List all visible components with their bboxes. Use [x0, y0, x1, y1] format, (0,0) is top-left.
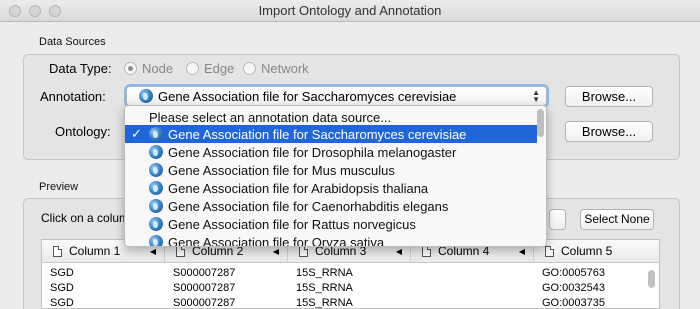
table-cell: GO:0032543 — [542, 282, 605, 294]
table-cell — [411, 297, 534, 308]
radio-network[interactable]: Network — [243, 61, 309, 76]
table-cell: S000007287 — [173, 297, 236, 309]
document-icon — [545, 245, 554, 257]
dropdown-placeholder-item[interactable]: Please select an annotation data source.… — [125, 108, 537, 126]
table-cell: S000007287 — [173, 267, 236, 279]
table-cell: 15S_RRNA — [296, 282, 353, 294]
dropdown-item-drosophila[interactable]: Gene Association file for Drosophila mel… — [125, 143, 537, 161]
sort-arrow-icon: ◀ — [395, 246, 402, 256]
globe-icon — [149, 127, 163, 141]
radio-node[interactable]: Node — [124, 61, 173, 76]
table-cell: S000007287 — [173, 282, 236, 294]
globe-icon — [139, 89, 153, 103]
dropdown-item-mus[interactable]: Gene Association file for Mus musculus — [125, 161, 537, 179]
table-cell: SGD — [50, 297, 74, 309]
select-none-button[interactable]: Select None — [580, 209, 654, 230]
dropdown-item-rattus[interactable]: Gene Association file for Rattus norvegi… — [125, 215, 537, 233]
dropdown-item-arabidopsis[interactable]: Gene Association file for Arabidopsis th… — [125, 179, 537, 197]
dropdown-item-saccharomyces[interactable]: ✓ Gene Association file for Saccharomyce… — [125, 125, 537, 143]
radio-network-label: Network — [261, 61, 309, 76]
table-cell: 15S_RRNA — [296, 297, 353, 309]
sort-arrow-icon: ◀ — [272, 246, 279, 256]
table-cell: 15S_RRNA — [296, 267, 353, 279]
table-scrollbar[interactable] — [648, 270, 655, 288]
radio-edge-indicator[interactable] — [186, 62, 199, 75]
annotation-combo[interactable]: Gene Association file for Saccharomyces … — [126, 86, 547, 106]
preview-hint: Click on a colum — [41, 211, 130, 225]
globe-icon — [149, 145, 163, 159]
dropdown-scrollbar[interactable] — [537, 109, 544, 137]
radio-edge[interactable]: Edge — [186, 61, 234, 76]
table-cell: SGD — [50, 267, 74, 279]
table-cell: GO:0005763 — [542, 267, 605, 279]
radio-edge-label: Edge — [204, 61, 235, 76]
table-row: SGD S000007287 15S_RRNA GO:0005763 — [42, 267, 659, 282]
annotation-dropdown-menu: Please select an annotation data source.… — [124, 105, 547, 247]
window-title: Import Ontology and Annotation — [258, 3, 442, 18]
ontology-label: Ontology: — [55, 124, 111, 139]
table-cell: SGD — [50, 282, 74, 294]
radio-node-label: Node — [142, 61, 174, 76]
checkmark-icon: ✓ — [131, 126, 142, 141]
annotation-combo-value: Gene Association file for Saccharomyces … — [158, 88, 457, 104]
globe-icon — [149, 163, 163, 177]
table-row: SGD S000007287 15S_RRNA GO:0003735 — [42, 297, 659, 309]
table-row: SGD S000007287 15S_RRNA GO:0032543 — [42, 282, 659, 297]
preview-label: Preview — [39, 181, 79, 193]
data-sources-label: Data Sources — [39, 36, 106, 48]
globe-icon — [149, 199, 163, 213]
sort-arrow-icon: ◀ — [518, 246, 525, 256]
document-icon — [299, 245, 308, 257]
data-type-label: Data Type: — [49, 61, 112, 76]
window-titlebar: Import Ontology and Annotation — [0, 0, 700, 22]
table-cell — [411, 267, 534, 282]
annotation-browse-button[interactable]: Browse... — [565, 86, 653, 107]
table-cell — [411, 282, 534, 297]
select-all-button[interactable] — [549, 209, 566, 230]
dropdown-item-oryza[interactable]: Gene Association file for Oryza sativa — [125, 233, 537, 246]
column-header-5[interactable]: Column 5 — [534, 240, 657, 262]
document-icon — [53, 245, 62, 257]
dropdown-item-caenorhabditis[interactable]: Gene Association file for Caenorhabditis… — [125, 197, 537, 215]
document-icon — [176, 245, 185, 257]
globe-icon — [149, 235, 163, 246]
chevron-updown-icon: ▲ ▼ — [532, 88, 540, 104]
globe-icon — [149, 181, 163, 195]
annotation-label: Annotation: — [40, 89, 106, 104]
globe-icon — [149, 217, 163, 231]
radio-node-indicator[interactable] — [124, 62, 137, 75]
ontology-browse-button[interactable]: Browse... — [565, 121, 653, 142]
table-cell: GO:0003735 — [542, 297, 605, 309]
document-icon — [422, 245, 431, 257]
radio-network-indicator[interactable] — [243, 62, 256, 75]
preview-table: Column 1 ◀ Column 2 ◀ Column 3 ◀ Column 4 ◀ … — [41, 239, 660, 309]
sort-arrow-icon: ◀ — [149, 246, 156, 256]
